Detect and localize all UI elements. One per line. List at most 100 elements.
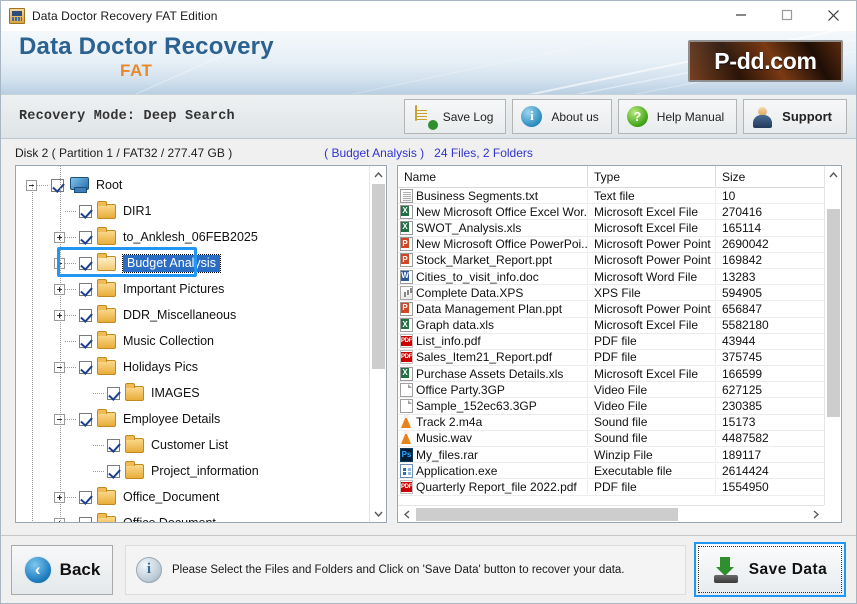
file-row[interactable]: New Microsoft Office Excel Wor...Microso… <box>398 204 824 221</box>
tree-node-budget-analysis[interactable]: Budget Analysis <box>16 250 369 276</box>
file-row[interactable]: Music.wav Sound file 4487582 <box>398 431 824 447</box>
file-row[interactable]: Stock_Market_Report.ppt Microsoft Power P… <box>398 253 824 269</box>
tree-checkbox[interactable] <box>79 256 92 270</box>
tree-vertical-scrollbar[interactable] <box>369 166 386 522</box>
column-header-type[interactable]: Type <box>588 166 716 188</box>
scroll-down-icon[interactable] <box>370 505 386 522</box>
file-name: List_info.pdf <box>416 334 481 349</box>
file-row[interactable]: Complete Data.XPS XPS File 594905 <box>398 285 824 302</box>
file-type: Microsoft Excel File <box>588 366 716 381</box>
tree-node-employee-details[interactable]: Employee Details <box>16 406 369 432</box>
hint-bar: i Please Select the Files and Folders an… <box>125 544 686 595</box>
file-row[interactable]: Purchase Assets Details.xls Microsoft Exc… <box>398 366 824 383</box>
tree-scroll-thumb[interactable] <box>372 184 385 369</box>
about-us-button[interactable]: i About us <box>512 99 612 134</box>
tree-checkbox[interactable] <box>107 438 120 452</box>
file-row[interactable]: Graph data.xls Microsoft Excel File 558218… <box>398 318 824 334</box>
brand-banner: Data Doctor Recovery FAT P-dd.com <box>1 31 856 94</box>
tree-checkbox[interactable] <box>107 464 120 478</box>
scroll-up-icon[interactable] <box>825 166 841 183</box>
file-row[interactable]: Application.exe Executable file 2614424 <box>398 463 824 480</box>
file-size: 2614424 <box>722 463 769 478</box>
file-row[interactable]: Quarterly Report_file 2022.pdf PDF file 15… <box>398 479 824 496</box>
file-size: 43944 <box>722 334 756 349</box>
minimize-icon[interactable] <box>718 1 764 30</box>
file-row[interactable]: Business Segments.txt Text file 10 <box>398 188 824 205</box>
pdd-logo[interactable]: P-dd.com <box>688 40 843 82</box>
file-list-body: Business Segments.txtText file10New Micr… <box>398 188 824 505</box>
tree-node-music-collection[interactable]: Music Collection <box>16 328 369 354</box>
application-window: Data Doctor Recovery FAT Edition Data Do… <box>0 0 857 604</box>
column-header-name[interactable]: Name <box>398 166 588 188</box>
column-header-size[interactable]: Size <box>716 166 841 188</box>
tree-node-images[interactable]: IMAGES <box>16 380 369 406</box>
tree-checkbox[interactable] <box>79 230 92 244</box>
file-row[interactable]: Sales_Item21_Report.pdf PDF file 375745 <box>398 350 824 367</box>
folder-tree-panel[interactable]: Root DIR1 to_Anklesh_06FEB2025 Budget Analy… <box>15 165 387 523</box>
file-row[interactable]: Sample_152ec63.3GP Video File 230385 <box>398 398 824 415</box>
file-row[interactable]: Data Management Plan.ppt Microsoft Power … <box>398 301 824 318</box>
file-name: Data Management Plan.ppt <box>416 301 563 316</box>
pdf-file-icon <box>400 334 413 349</box>
save-log-button[interactable]: Save Log <box>403 99 507 134</box>
list-horizontal-scrollbar[interactable] <box>398 505 824 522</box>
save-data-button[interactable]: Save Data <box>694 542 846 597</box>
content-area: Disk 2 ( Partition 1 / FAT32 / 277.47 GB… <box>1 139 856 535</box>
file-size: 13283 <box>722 269 756 284</box>
file-name-cell: Stock_Market_Report.ppt <box>398 253 588 268</box>
tree-node-label: Root <box>96 178 123 192</box>
tree-checkbox[interactable] <box>79 412 92 426</box>
tree-node-ddr-miscellaneous[interactable]: DDR_Miscellaneous <box>16 302 369 328</box>
scroll-up-icon[interactable] <box>370 166 386 183</box>
tree-checkbox[interactable] <box>79 516 92 522</box>
list-scroll-thumb[interactable] <box>827 209 840 417</box>
tree-checkbox[interactable] <box>79 334 92 348</box>
file-name: New Microsoft Office Excel Wor... <box>416 204 588 219</box>
file-name-cell: Purchase Assets Details.xls <box>398 366 588 381</box>
maximize-icon[interactable] <box>764 1 810 30</box>
tree-node-label: Office Document <box>123 516 220 522</box>
close-icon[interactable] <box>810 1 856 30</box>
tree-checkbox[interactable] <box>79 360 92 374</box>
tree-node-to-anklesh-06feb2025[interactable]: to_Anklesh_06FEB2025 <box>16 224 369 250</box>
file-row[interactable]: List_info.pdf PDF file 43944 <box>398 334 824 350</box>
folder-icon <box>97 330 116 349</box>
file-row[interactable]: Cities_to_visit_info.doc Microsoft Word F… <box>398 269 824 286</box>
tree-node-root[interactable]: Root <box>16 172 369 198</box>
file-row[interactable]: My_files.rar Winzip File 189117 <box>398 447 824 464</box>
file-row[interactable]: SWOT_Analysis.xls Microsoft Excel File 165… <box>398 220 824 237</box>
tree-node-important-pictures[interactable]: Important Pictures <box>16 276 369 302</box>
tree-node-project-information[interactable]: Project_information <box>16 458 369 484</box>
tree-checkbox[interactable] <box>79 308 92 322</box>
list-hscroll-thumb[interactable] <box>416 508 678 521</box>
tree-node-office-document[interactable]: Office Document <box>16 510 369 522</box>
tree-node-customer-list[interactable]: Customer List <box>16 432 369 458</box>
tree-checkbox[interactable] <box>79 490 92 504</box>
file-row[interactable]: New Microsoft Office PowerPoi...Microsof… <box>398 237 824 253</box>
file-row[interactable]: Office Party.3GP Video File 627125 <box>398 382 824 399</box>
file-row[interactable]: Track 2.m4a Sound file 15173 <box>398 415 824 431</box>
tree-node-dir1[interactable]: DIR1 <box>16 198 369 224</box>
list-vertical-scrollbar[interactable] <box>824 166 841 522</box>
blank-file-icon <box>400 382 413 397</box>
file-name-cell: Music.wav <box>398 431 588 446</box>
file-type: Winzip File <box>588 447 716 462</box>
toolbar: Recovery Mode: Deep Search Save Log i Ab… <box>1 94 856 139</box>
tree-checkbox[interactable] <box>51 178 64 192</box>
tree-checkbox[interactable] <box>107 386 120 400</box>
folder-icon <box>125 434 144 453</box>
back-button[interactable]: ‹ Back <box>11 544 113 595</box>
selection-info: ( Budget Analysis ) 24 Files, 2 Folders <box>1 146 856 160</box>
tree-node-office-document[interactable]: Office_Document <box>16 484 369 510</box>
tree-checkbox[interactable] <box>79 204 92 218</box>
support-button[interactable]: Support <box>743 99 847 134</box>
file-list-panel[interactable]: Name Type Size Business Segments.txt Text… <box>397 165 842 523</box>
tree-node-holidays-pics[interactable]: Holidays Pics <box>16 354 369 380</box>
help-manual-button[interactable]: ? Help Manual <box>617 99 738 134</box>
scroll-left-icon[interactable] <box>398 506 415 522</box>
file-name-cell: Track 2.m4a <box>398 415 588 430</box>
xls-file-icon <box>400 318 413 333</box>
scroll-right-icon[interactable] <box>807 506 824 522</box>
tree-checkbox[interactable] <box>79 282 92 296</box>
file-type: Microsoft Word File <box>588 269 716 284</box>
